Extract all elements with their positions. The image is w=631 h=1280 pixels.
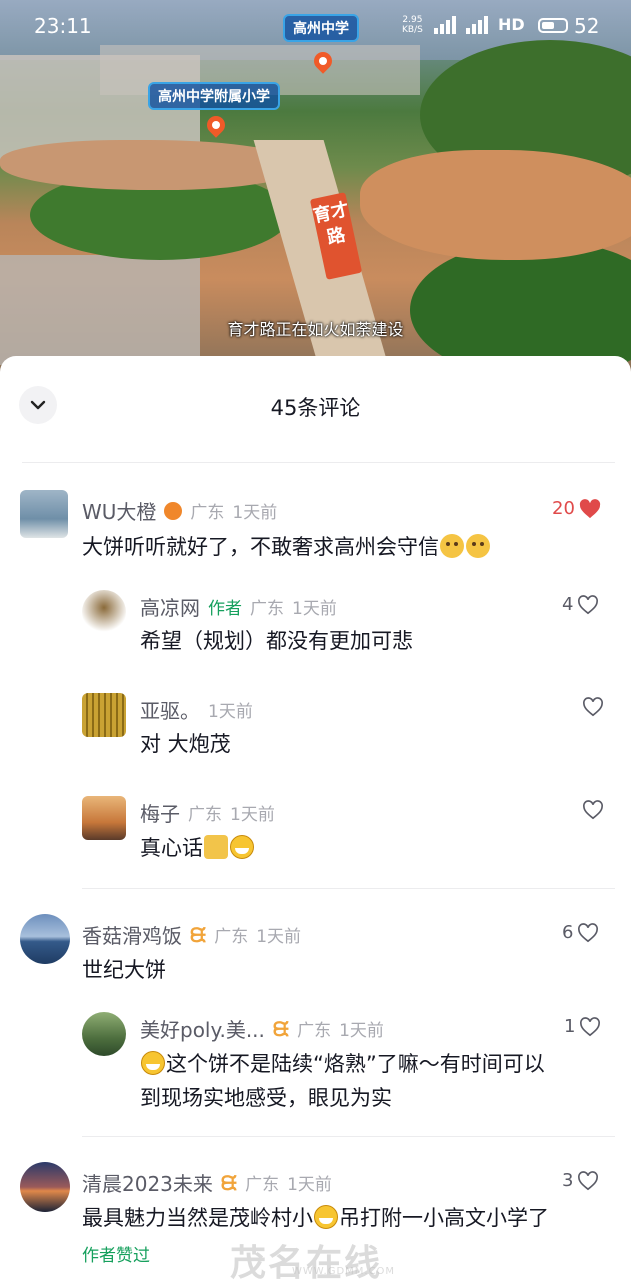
header-divider	[22, 462, 615, 463]
reply-location: 广东	[250, 599, 284, 619]
comment-location: 广东	[214, 927, 249, 947]
grin-emoji-icon	[230, 835, 254, 859]
comment-divider	[82, 1136, 615, 1137]
reply-author[interactable]: 亚驱。	[140, 695, 200, 724]
avatar[interactable]	[82, 796, 126, 840]
location-pin-icon	[203, 112, 229, 138]
construction-site	[360, 150, 631, 260]
avatar[interactable]	[20, 914, 70, 964]
signal-icon	[434, 16, 456, 34]
reply-time: 1天前	[292, 599, 337, 619]
reply-author[interactable]: 美好poly.美...	[140, 1014, 265, 1043]
comment-author[interactable]: 香菇滑鸡饭	[82, 920, 182, 949]
status-bar: 23:11 2.95 KB/S HD 52	[0, 0, 631, 52]
heart-outline-icon	[577, 594, 599, 615]
like-count: 3	[562, 1170, 574, 1191]
status-time: 23:11	[34, 14, 92, 38]
like-button[interactable]: 1	[564, 1016, 601, 1037]
cat-emoji-icon	[466, 534, 490, 558]
grin-emoji-icon	[141, 1051, 165, 1075]
heart-outline-icon	[577, 922, 599, 943]
fan-badge-icon: ᙙ	[190, 922, 207, 947]
reply-author[interactable]: 梅子	[140, 798, 180, 827]
grin-emoji-icon	[314, 1205, 338, 1229]
comment-time: 1天前	[232, 503, 278, 523]
author-liked-badge: 作者赞过	[82, 1246, 150, 1266]
comment-text: 最具魅力当然是茂岭村小 吊打附一小高文小学了	[82, 1205, 549, 1230]
comment-location: 广东	[245, 1175, 280, 1195]
network-type: HD	[498, 15, 525, 34]
comment-divider	[82, 888, 615, 889]
avatar[interactable]	[82, 693, 126, 737]
orange-emoji-icon	[164, 501, 183, 520]
signal-icon	[466, 16, 488, 34]
reply-text: 真心话	[140, 831, 255, 865]
heart-filled-icon	[579, 498, 601, 519]
comments-count-title: 45条评论	[270, 396, 361, 420]
reply-text: 希望（规划）都没有更加可悲	[140, 629, 413, 653]
avatar[interactable]	[20, 1162, 70, 1212]
reply-location: 广东	[188, 805, 222, 825]
heart-outline-icon	[577, 1170, 599, 1191]
comment-time: 1天前	[256, 927, 302, 947]
reply-time: 1天前	[339, 1021, 384, 1041]
reply-time: 1天前	[208, 702, 253, 722]
comment-author[interactable]: 清晨2023未来	[82, 1168, 213, 1197]
author-badge: 作者	[208, 599, 242, 619]
reply-time: 1天前	[230, 805, 275, 825]
like-button[interactable]: 4	[562, 594, 599, 615]
comment-location: 广东	[190, 503, 225, 523]
fan-badge-icon: ᙙ	[220, 1170, 238, 1195]
avatar[interactable]	[20, 490, 68, 538]
comment-time: 1天前	[287, 1175, 332, 1195]
video-caption: 育才路正在如火如荼建设	[227, 320, 404, 339]
watermark: 茂名在线 WWW.GDMM.COM	[230, 1243, 396, 1280]
comment-text: 世纪大饼	[82, 958, 166, 982]
heart-outline-icon	[582, 697, 604, 717]
comment-text: 大饼听听就好了，不敢奢求高州会守信	[82, 530, 491, 564]
avatar[interactable]	[82, 1012, 126, 1056]
tag-primary-school: 高州中学附属小学	[148, 82, 280, 110]
battery-icon	[538, 18, 568, 33]
reply-text: 这个饼不是陆续“烙熟”了嘛～有时间可以 到现场实地感受，眼见为实	[140, 1051, 545, 1110]
cat-emoji-icon	[440, 534, 464, 558]
like-button[interactable]	[582, 697, 604, 717]
video-preview[interactable]: 高州中学 高州中学附属小学 育才路 育才路正在如火如荼建设 23:11 2.95…	[0, 0, 631, 372]
fan-badge-icon: ᙙ	[272, 1016, 290, 1041]
avatar[interactable]	[82, 590, 126, 634]
like-button[interactable]: 3	[562, 1170, 599, 1191]
like-count: 4	[562, 594, 574, 615]
battery-level: 52	[574, 14, 600, 38]
like-button[interactable]: 20	[552, 498, 601, 519]
net-speed: 2.95 KB/S	[402, 15, 423, 35]
city-block-bottom	[0, 255, 200, 365]
reply-author[interactable]: 高凉网	[140, 592, 200, 621]
heart-outline-icon	[582, 800, 604, 820]
like-count: 6	[562, 922, 574, 943]
thumbs-up-emoji-icon	[204, 835, 228, 859]
reply-text: 对 大炮茂	[140, 732, 231, 756]
like-count: 1	[564, 1016, 576, 1037]
like-count: 20	[552, 498, 575, 519]
like-button[interactable]	[582, 800, 604, 820]
comment-author[interactable]: WU大橙	[82, 496, 156, 525]
reply-location: 广东	[297, 1021, 332, 1041]
like-button[interactable]: 6	[562, 922, 599, 943]
heart-outline-icon	[579, 1016, 601, 1037]
